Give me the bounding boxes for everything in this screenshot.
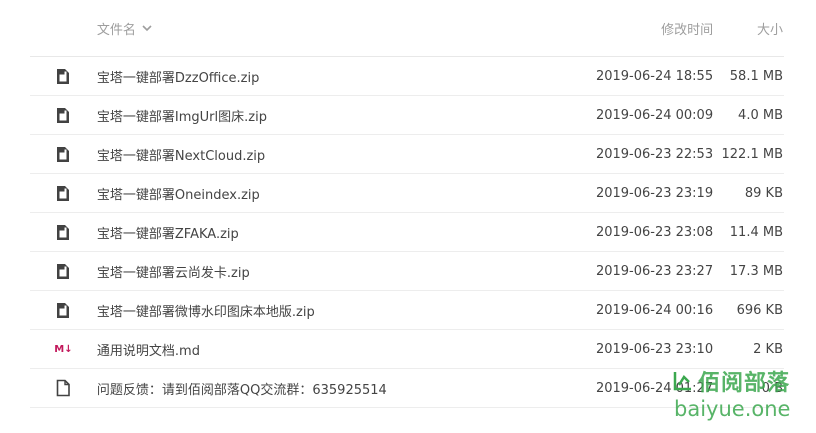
date-column-header[interactable]: 修改时间 [496,19,713,38]
file-modified-date: 2019-06-23 23:19 [595,185,714,201]
file-modified-date: 2019-06-23 22:53 [595,146,714,162]
file-icon [30,263,97,280]
file-row[interactable]: 宝塔一键部署ZFAKA.zip 2019-06-23 23:08 11.4 MB [30,213,784,252]
file-name[interactable]: 问题反馈：请到佰阅部落QQ交流群：635925514 [97,379,496,398]
file-size: 696 KB [736,302,783,318]
file-row[interactable]: 宝塔一键部署DzzOffice.zip 2019-06-24 18:55 58.1 … [30,57,784,96]
file-name[interactable]: 宝塔一键部署NextCloud.zip [97,145,496,164]
file-icon [30,302,97,319]
file-row[interactable]: 宝塔一键部署NextCloud.zip 2019-06-23 22:53 122.1… [30,135,784,174]
file-modified-date: 2019-06-24 00:09 [595,107,714,123]
file-modified-date: 2019-06-23 23:08 [595,224,714,240]
file-name[interactable]: 宝塔一键部署ImgUrl图床.zip [97,106,496,125]
file-row[interactable]: 宝塔一键部署Oneindex.zip 2019-06-23 23:19 89 KB [30,174,784,213]
file-size: 122.1 MB [721,146,783,162]
file-size: 17.3 MB [729,263,783,279]
file-row[interactable]: 宝塔一键部署云尚发卡.zip 2019-06-23 23:27 17.3 MB [30,252,784,291]
markdown-icon: M↓ [54,343,73,355]
file-outline-icon [30,379,97,397]
file-row[interactable]: 问题反馈：请到佰阅部落QQ交流群：635925514 2019-06-24 01:… [30,369,784,408]
file-modified-date: 2019-06-24 01:27 [595,380,714,396]
list-header: 文件名 修改时间 大小 [30,0,784,57]
name-header-label: 文件名 [96,22,136,38]
file-size: 0 B [761,380,783,396]
chevron-down-icon [142,24,152,31]
file-icon [30,185,97,202]
file-row[interactable]: 宝塔一键部署微博水印图床本地版.zip 2019-06-24 00:16 696 K… [30,291,784,330]
file-icon [30,68,97,85]
name-column-header[interactable]: 文件名 [97,19,496,38]
file-name[interactable]: 宝塔一键部署ZFAKA.zip [97,223,496,242]
file-name[interactable]: 宝塔一键部署云尚发卡.zip [97,262,496,281]
file-icon [30,107,97,124]
file-name[interactable]: 通用说明文档.md [97,340,496,359]
file-size: 89 KB [744,185,783,201]
file-size: 11.4 MB [729,224,783,240]
file-list: 文件名 修改时间 大小 宝塔一键部署DzzOffice.zip 2019-06-2… [30,0,784,408]
file-modified-date: 2019-06-23 23:27 [595,263,714,279]
size-column-header[interactable]: 大小 [713,19,784,38]
file-rows: 宝塔一键部署DzzOffice.zip 2019-06-24 18:55 58.1 … [30,57,784,408]
file-icon [30,224,97,241]
file-size: 2 KB [753,341,783,357]
file-name[interactable]: 宝塔一键部署DzzOffice.zip [97,67,496,86]
file-size: 58.1 MB [729,68,783,84]
file-icon [30,146,97,163]
file-modified-date: 2019-06-23 23:10 [595,341,714,357]
file-row[interactable]: M↓ 通用说明文档.md 2019-06-23 23:10 2 KB [30,330,784,369]
file-name[interactable]: 宝塔一键部署微博水印图床本地版.zip [97,301,496,320]
file-modified-date: 2019-06-24 18:55 [595,68,714,84]
file-name[interactable]: 宝塔一键部署Oneindex.zip [97,184,496,203]
file-modified-date: 2019-06-24 00:16 [595,302,714,318]
file-row[interactable]: 宝塔一键部署ImgUrl图床.zip 2019-06-24 00:09 4.0 MB [30,96,784,135]
file-size: 4.0 MB [738,107,783,123]
